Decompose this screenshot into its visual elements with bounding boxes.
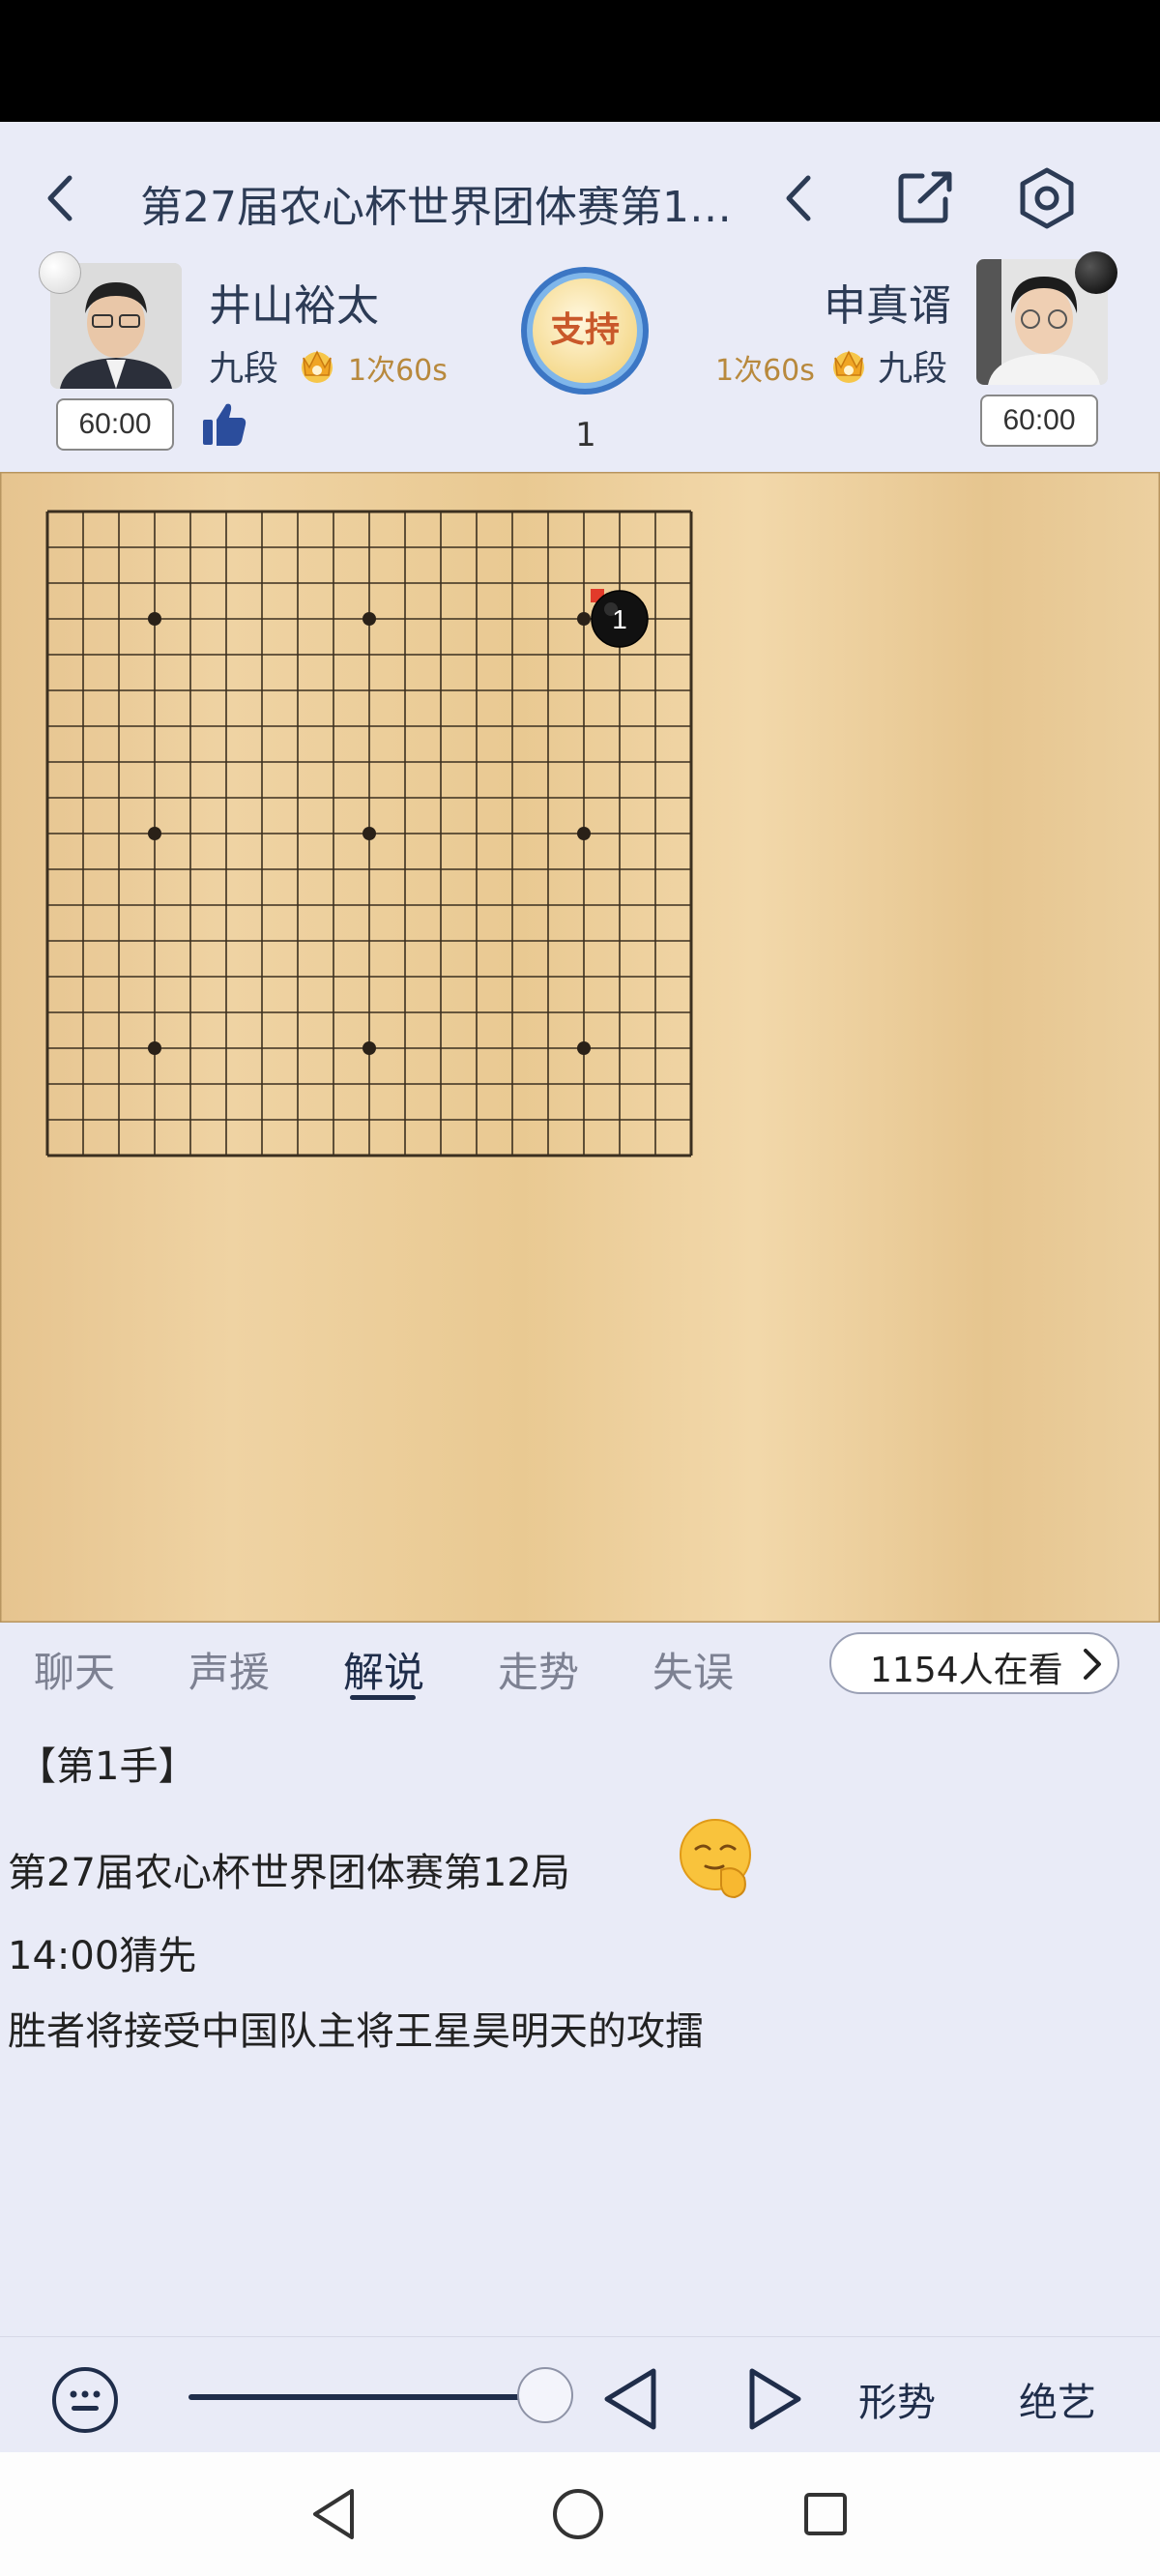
commentary-line-3: 胜者将接受中国队主将王星昊明天的攻擂 bbox=[8, 2009, 704, 2054]
support-label: 支持 bbox=[549, 310, 620, 350]
tab-mistakes[interactable]: 失误 bbox=[652, 1640, 734, 1699]
nav-back-icon[interactable] bbox=[309, 2485, 358, 2543]
star-point bbox=[362, 827, 376, 840]
black-stone-icon bbox=[1075, 251, 1117, 294]
status-bar bbox=[0, 0, 1160, 122]
star-point bbox=[577, 1041, 591, 1055]
white-stone-icon bbox=[39, 251, 81, 294]
white-player-clock: 60:00 bbox=[56, 398, 174, 451]
crown-icon bbox=[296, 344, 338, 385]
star-point bbox=[362, 612, 376, 626]
chevron-right-icon bbox=[1081, 1648, 1104, 1681]
board-grid[interactable]: 1 bbox=[0, 472, 1160, 1623]
go-board[interactable]: 1 bbox=[0, 472, 1160, 1623]
tab-chat[interactable]: 聊天 bbox=[34, 1640, 115, 1699]
tab-cheer[interactable]: 声援 bbox=[188, 1640, 270, 1699]
viewers-count: 1154人在看 bbox=[870, 1651, 1063, 1690]
page-title: 第27届农心杯世界团体赛第12局 bbox=[140, 183, 740, 232]
share-icon[interactable] bbox=[897, 170, 955, 224]
nav-recents-icon[interactable] bbox=[802, 2491, 849, 2537]
next-move-icon[interactable] bbox=[742, 2365, 806, 2433]
chevron-left-icon[interactable] bbox=[781, 174, 820, 222]
black-player-name: 申真谞 bbox=[824, 281, 951, 331]
previous-move-icon[interactable] bbox=[599, 2365, 663, 2433]
black-player-clock: 60:00 bbox=[980, 395, 1098, 447]
star-point bbox=[577, 612, 591, 626]
move-slider-thumb[interactable] bbox=[517, 2367, 573, 2423]
white-player-rank: 九段 bbox=[209, 349, 279, 389]
nav-home-icon[interactable] bbox=[551, 2487, 605, 2541]
star-point bbox=[362, 1041, 376, 1055]
white-player-name: 井山裕太 bbox=[209, 281, 379, 331]
white-player-byoyomi: 1次60s bbox=[348, 354, 448, 388]
star-point bbox=[148, 1041, 161, 1055]
shape-analysis-button[interactable]: 形势 bbox=[858, 2371, 936, 2427]
star-point bbox=[577, 827, 591, 840]
stone-black: 1 bbox=[591, 590, 649, 648]
tab-commentary[interactable]: 解说 bbox=[343, 1640, 424, 1699]
tab-trend[interactable]: 走势 bbox=[498, 1640, 579, 1699]
support-count: 1 bbox=[575, 416, 596, 454]
keyboard-icon[interactable] bbox=[50, 2365, 120, 2435]
thumbs-up-icon[interactable] bbox=[201, 400, 247, 449]
commentary-line-1: 第27届农心杯世界团体赛第12局 bbox=[8, 1851, 570, 1895]
stone-label: 1 bbox=[612, 604, 627, 634]
crown-icon bbox=[827, 344, 870, 385]
black-player-rank: 九段 bbox=[878, 349, 948, 389]
commentary-heading: 【第1手】 bbox=[17, 1744, 197, 1789]
commentary-line-2: 14:00猜先 bbox=[8, 1934, 197, 1978]
back-icon[interactable] bbox=[43, 174, 81, 222]
emoji-icon bbox=[677, 1816, 758, 1899]
active-tab-indicator bbox=[350, 1695, 416, 1700]
black-player-byoyomi: 1次60s bbox=[715, 354, 815, 388]
star-point bbox=[148, 612, 161, 626]
settings-icon[interactable] bbox=[1015, 166, 1079, 230]
bottom-controls bbox=[0, 2336, 1160, 2452]
ai-button[interactable]: 绝艺 bbox=[1019, 2371, 1096, 2427]
move-slider-track[interactable] bbox=[188, 2394, 546, 2400]
star-point bbox=[148, 827, 161, 840]
